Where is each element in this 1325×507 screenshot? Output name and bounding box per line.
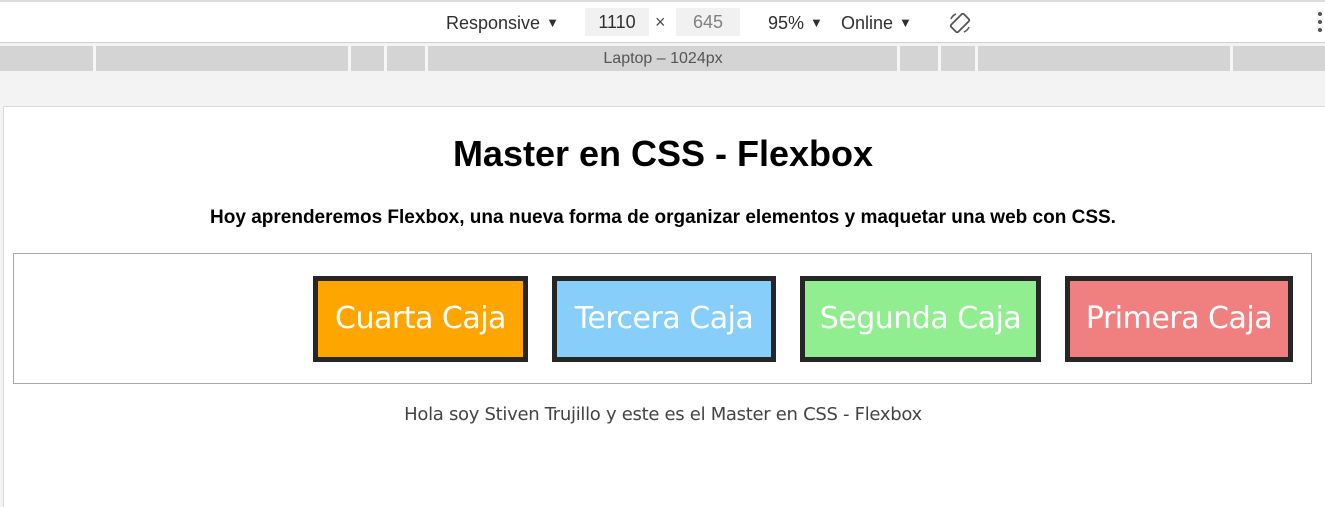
media-query-segment[interactable] xyxy=(96,46,348,71)
page-subtitle: Hoy aprenderemos Flexbox, una nueva form… xyxy=(210,207,1116,228)
media-query-segment[interactable] xyxy=(0,46,93,71)
device-toolbar: Responsive ▼ 1110 × 645 95% ▼ Online ▼ xyxy=(0,0,1325,43)
media-query-segment[interactable] xyxy=(351,46,384,71)
caret-down-icon: ▼ xyxy=(546,15,559,30)
media-query-bar: Laptop – 1024px xyxy=(0,46,1325,71)
network-select-label: Online xyxy=(841,13,894,33)
times-icon: × xyxy=(655,12,666,32)
caret-down-icon: ▼ xyxy=(810,15,823,30)
device-select-label: Responsive xyxy=(446,13,541,33)
network-throttle-select[interactable]: Online ▼ xyxy=(841,12,912,36)
width-input[interactable]: 1110 xyxy=(585,8,649,36)
caret-down-icon: ▼ xyxy=(899,15,912,30)
media-query-label: Laptop – 1024px xyxy=(603,50,723,67)
box-cuarta: Cuarta Caja xyxy=(313,275,528,362)
device-select[interactable]: Responsive ▼ xyxy=(446,12,559,36)
media-query-segment[interactable] xyxy=(941,46,975,71)
rotate-icon[interactable] xyxy=(948,11,972,35)
box-segunda: Segunda Caja xyxy=(800,275,1041,362)
page-title: Master en CSS - Flexbox xyxy=(452,133,874,174)
media-query-segment[interactable] xyxy=(978,46,1230,71)
height-input[interactable]: 645 xyxy=(676,8,740,36)
box-primera: Primera Caja xyxy=(1065,275,1293,362)
footer-text: Hola soy Stiven Trujillo y este es el Ma… xyxy=(404,404,922,425)
flex-container: Primera Caja Segunda Caja Tercera Caja C… xyxy=(13,253,1312,384)
media-query-segment[interactable] xyxy=(900,46,938,71)
media-query-segment[interactable] xyxy=(1233,46,1325,71)
box-tercera: Tercera Caja xyxy=(552,275,776,362)
zoom-select[interactable]: 95% ▼ xyxy=(768,12,823,36)
zoom-select-label: 95% xyxy=(768,13,805,33)
media-query-segment[interactable] xyxy=(387,46,425,71)
more-options-icon[interactable] xyxy=(1318,12,1324,36)
page-viewport: Master en CSS - Flexbox Hoy aprenderemos… xyxy=(3,106,1325,507)
